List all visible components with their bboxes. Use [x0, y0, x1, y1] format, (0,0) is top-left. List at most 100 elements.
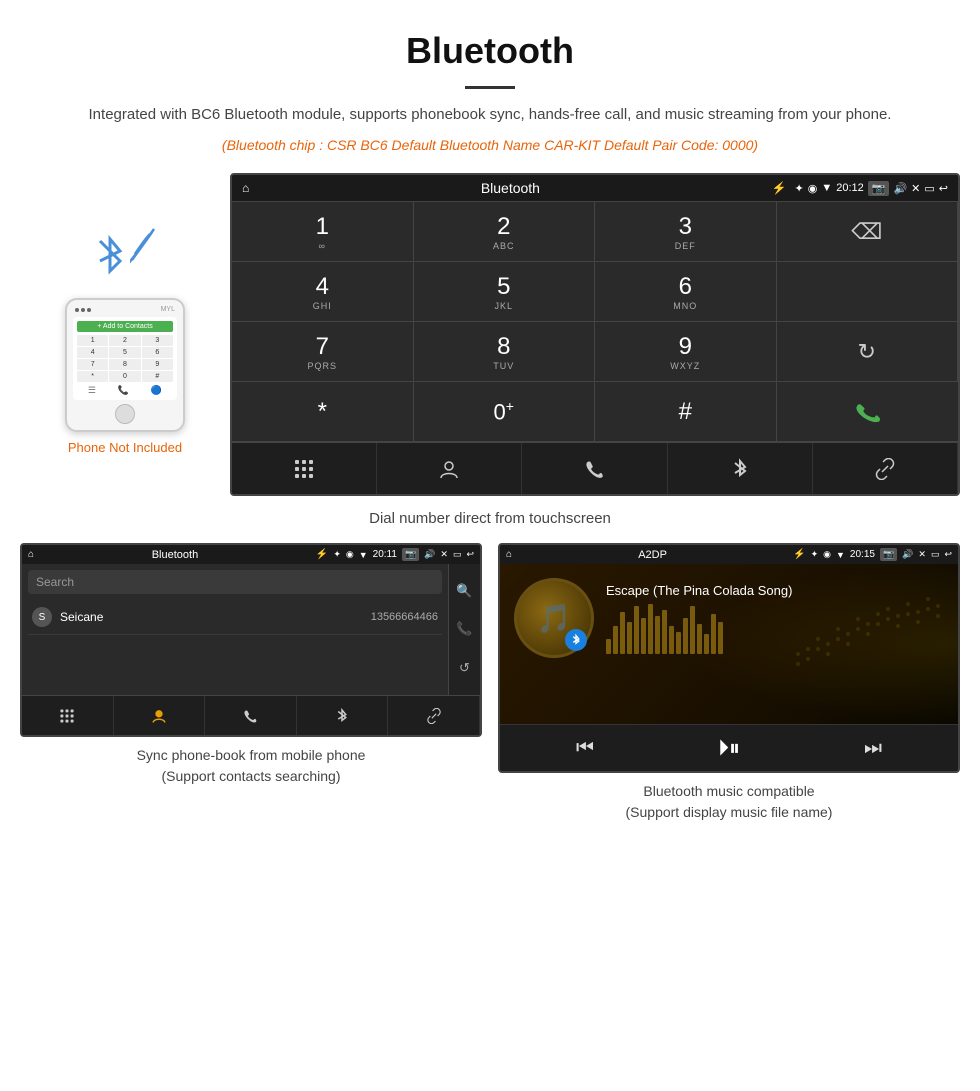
- eq-bar-9: [662, 610, 667, 654]
- contacts-camera-icon[interactable]: 📷: [402, 548, 419, 561]
- phone-illustration: MYL + Add to Contacts 123 456 789 *0# ☰ …: [20, 173, 230, 496]
- music-usb-icon: ⚡: [793, 549, 805, 560]
- contacts-nav-user[interactable]: [114, 696, 206, 735]
- nav-bluetooth[interactable]: [668, 443, 813, 494]
- contacts-window-icon[interactable]: ▭: [453, 549, 462, 560]
- nav-call[interactable]: [522, 443, 667, 494]
- music-volume-icon[interactable]: 🔊: [902, 549, 913, 560]
- contacts-nav-call[interactable]: [205, 696, 297, 735]
- dialpad-key-3[interactable]: 3DEF: [595, 202, 777, 262]
- bt-badge-icon: [571, 633, 581, 647]
- dialpad-key-6[interactable]: 6MNO: [595, 262, 777, 322]
- home-icon[interactable]: ⌂: [242, 181, 249, 195]
- eq-bar-10: [669, 626, 674, 654]
- next-button[interactable]: ⏭: [864, 737, 882, 760]
- signal-waves-icon: [130, 224, 170, 264]
- dialpad-key-2[interactable]: 2ABC: [414, 202, 596, 262]
- phone-not-included-label: Phone Not Included: [68, 440, 182, 455]
- bluetooth-contacts-icon: [335, 707, 349, 725]
- contacts-usb-icon: ⚡: [316, 549, 328, 560]
- play-pause-button[interactable]: ⏵⏸: [718, 735, 740, 761]
- music-screen-title: A2DP: [517, 549, 788, 561]
- dialpad-cell-backspace[interactable]: ⌫: [777, 202, 959, 262]
- screen-title: Bluetooth: [257, 180, 763, 196]
- search-side-icon[interactable]: 🔍: [456, 583, 472, 599]
- dialpad-key-4[interactable]: 4GHI: [232, 262, 414, 322]
- contacts-nav-dialpad[interactable]: [22, 696, 114, 735]
- eq-bar-17: [718, 622, 723, 654]
- main-screen-caption: Dial number direct from touchscreen: [0, 510, 980, 527]
- contacts-side-icons: 🔍 📞 ↺: [448, 564, 480, 695]
- contacts-bt-icon: ✦: [333, 549, 341, 560]
- contacts-caption: Sync phone-book from mobile phone(Suppor…: [20, 745, 482, 787]
- contacts-screen-title: Bluetooth: [39, 549, 311, 561]
- dialpad-key-star[interactable]: *: [232, 382, 414, 442]
- car-screen-dialpad: ⌂ Bluetooth ⚡ ✦ ◉ ▼ 20:12 📷 🔊 ✕ ▭ ↩ 1∞ 2: [230, 173, 960, 496]
- contacts-volume-icon[interactable]: 🔊: [424, 549, 435, 560]
- phone-nav-icon: [242, 708, 258, 724]
- contacts-home-icon[interactable]: ⌂: [28, 549, 34, 560]
- dialpad-key-0[interactable]: 0+: [414, 382, 596, 442]
- main-content-section: MYL + Add to Contacts 123 456 789 *0# ☰ …: [0, 173, 980, 496]
- equalizer-bars: [606, 604, 944, 654]
- nav-dialpad[interactable]: [232, 443, 377, 494]
- eq-bar-11: [676, 632, 681, 654]
- music-camera-icon[interactable]: 📷: [880, 548, 897, 561]
- contacts-close-icon[interactable]: ✕: [440, 549, 448, 560]
- music-close-icon[interactable]: ✕: [918, 549, 926, 560]
- nav-contacts[interactable]: [377, 443, 522, 494]
- music-bt-icon: ✦: [811, 549, 819, 560]
- back-icon[interactable]: ↩: [939, 182, 948, 195]
- dialpad-key-7[interactable]: 7PQRS: [232, 322, 414, 382]
- dialpad-cell-refresh[interactable]: ↻: [777, 322, 959, 382]
- contacts-wifi-icon: ▼: [359, 550, 368, 560]
- contacts-search-bar[interactable]: Search: [28, 570, 442, 594]
- eq-bar-14: [697, 624, 702, 654]
- eq-bar-12: [683, 618, 688, 654]
- dialpad-key-9[interactable]: 9WXYZ: [595, 322, 777, 382]
- music-loc-icon: ◉: [823, 549, 831, 560]
- nav-link[interactable]: [813, 443, 958, 494]
- contacts-back-icon[interactable]: ↩: [466, 549, 474, 560]
- eq-bar-1: [606, 639, 611, 654]
- phone-screen: + Add to Contacts 123 456 789 *0# ☰ 📞 🔵: [73, 317, 177, 400]
- album-art: 🎵: [514, 578, 594, 658]
- music-wifi-icon: ▼: [836, 550, 845, 560]
- contacts-list: S Seicane 13566664466: [22, 600, 448, 635]
- music-back-icon[interactable]: ↩: [944, 549, 952, 560]
- refresh-side-icon[interactable]: ↺: [459, 660, 470, 676]
- contact-item-seicane[interactable]: S Seicane 13566664466: [28, 600, 442, 635]
- dialpad-key-5[interactable]: 5JKL: [414, 262, 596, 322]
- contacts-loc-icon: ◉: [346, 549, 354, 560]
- music-controls-bar: ⏮ ⏵⏸ ⏭: [500, 724, 958, 771]
- music-car-screen: ⌂ A2DP ⚡ ✦ ◉ ▼ 20:15 📷 🔊 ✕ ▭ ↩ // dots: [498, 543, 960, 773]
- eq-bar-5: [634, 606, 639, 654]
- music-home-icon[interactable]: ⌂: [506, 549, 512, 560]
- volume-icon[interactable]: 🔊: [893, 182, 907, 195]
- close-icon[interactable]: ✕: [911, 182, 920, 195]
- music-window-icon[interactable]: ▭: [931, 549, 940, 560]
- dialpad-key-hash[interactable]: #: [595, 382, 777, 442]
- usb-icon: ⚡: [772, 181, 787, 195]
- music-screenshot-block: ⌂ A2DP ⚡ ✦ ◉ ▼ 20:15 📷 🔊 ✕ ▭ ↩ // dots: [498, 543, 960, 823]
- contacts-nav-link[interactable]: [388, 696, 480, 735]
- time-display: 20:12: [836, 182, 864, 194]
- dialpad-key-call-green[interactable]: [777, 382, 959, 442]
- window-icon[interactable]: ▭: [924, 182, 934, 195]
- title-divider: [465, 86, 515, 89]
- prev-button[interactable]: ⏮: [576, 737, 594, 760]
- dialpad-key-8[interactable]: 8TUV: [414, 322, 596, 382]
- contacts-content-area: Search S Seicane 13566664466: [22, 564, 480, 695]
- user-icon: [151, 708, 167, 724]
- camera-icon[interactable]: 📷: [868, 181, 890, 196]
- contacts-nav-bluetooth[interactable]: [297, 696, 389, 735]
- contacts-main-area: Search S Seicane 13566664466: [22, 564, 448, 695]
- eq-bar-16: [711, 614, 716, 654]
- music-content-area: // dots pattern: [500, 564, 958, 724]
- specs-line: (Bluetooth chip : CSR BC6 Default Blueto…: [0, 137, 980, 153]
- eq-bar-8: [655, 616, 660, 654]
- contacts-bottom-nav: [22, 695, 480, 735]
- contacts-empty-space: [22, 635, 448, 695]
- call-side-icon[interactable]: 📞: [456, 621, 472, 637]
- dialpad-key-1[interactable]: 1∞: [232, 202, 414, 262]
